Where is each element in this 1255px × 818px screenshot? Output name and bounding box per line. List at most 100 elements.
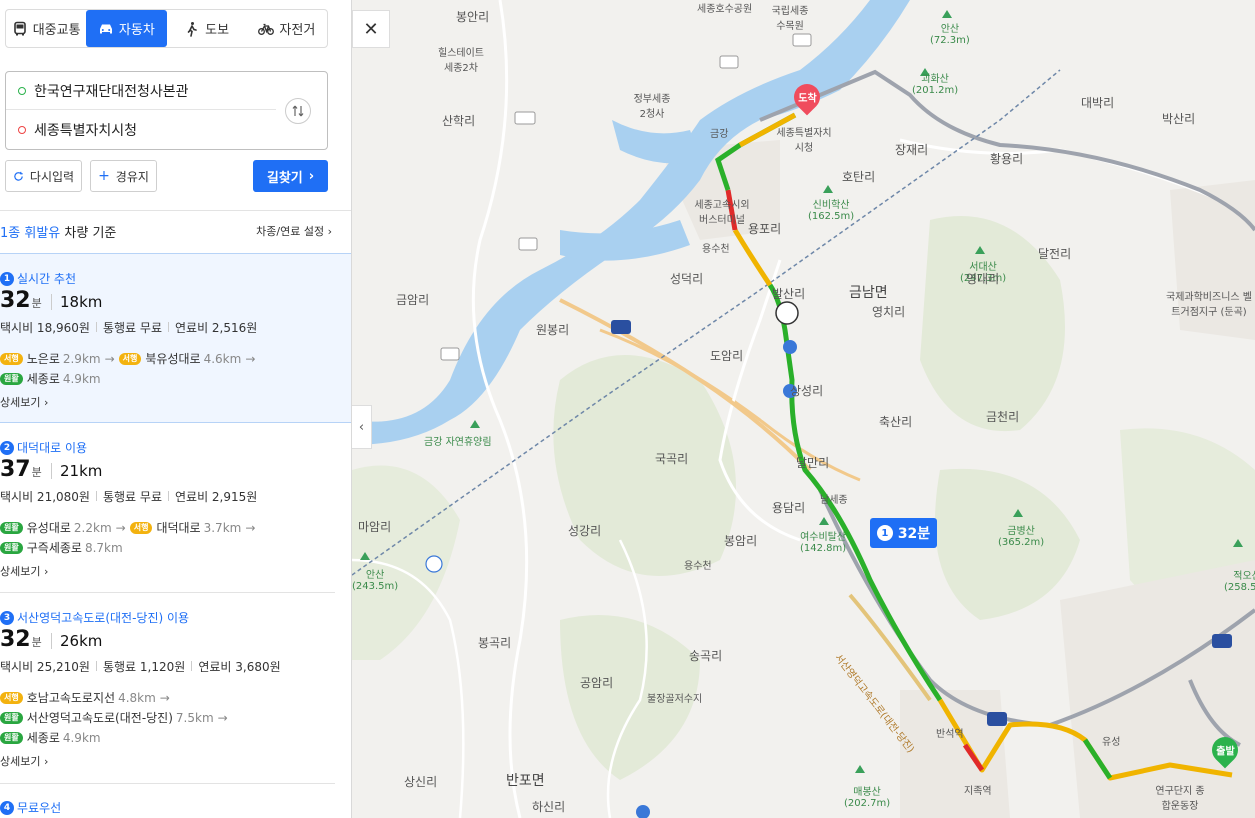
detail-label: 상세보기 (0, 755, 41, 768)
road-segments: 원활 서산영덕고속도로(대전-당진) 7.5km → (0, 709, 232, 726)
map-label: 금강 자연휴양림 (424, 437, 492, 448)
tab-public-transit[interactable]: 대중교통 (6, 10, 86, 47)
route-time-value: 37 (0, 457, 31, 482)
route-title: 1 실시간 추천 (0, 270, 76, 287)
car-icon (99, 24, 112, 33)
map-label: 남세종 (820, 495, 848, 506)
map-label: 매봉산 (202.7m) (844, 787, 891, 809)
map-label: 봉암리 (724, 534, 758, 548)
bicycle-icon (258, 23, 275, 35)
route-option-4[interactable]: 4 무료우선 (0, 783, 351, 818)
route-distance: 26km (51, 633, 102, 649)
road-name: 구즉세종로 (26, 541, 82, 555)
map-label: 유성 (1102, 737, 1121, 748)
map-label: 달전리 (1038, 247, 1072, 261)
taxi-fare: 택시비 21,080원 (0, 490, 90, 504)
traffic-badge: 서행 (118, 352, 142, 365)
road-km: 4.6km (203, 351, 242, 366)
map-label: 괴화산 (201.2m) (912, 74, 959, 96)
map-label: 성덕리 (670, 272, 704, 286)
road-name: 대덕대로 (156, 521, 201, 535)
reset-button[interactable]: 다시입력 (5, 160, 82, 192)
road-name: 서산영덕고속도로(대전-당진) (26, 711, 173, 725)
road-segments: 원활 유성대로 2.2km → 서행 대덕대로 3.7km → (0, 519, 259, 536)
map-label: 마암리 (358, 520, 392, 534)
destination-value: 세종특별자치시청 (34, 123, 138, 139)
chevron-right-icon: › (308, 168, 315, 184)
route-option-2[interactable]: 2 대덕대로 이용 37분 21km 택시비 21,080원 통행료 무료 연료비 2… (0, 423, 351, 593)
destination-dot-icon (18, 126, 26, 134)
map-label: 하신리 (532, 800, 566, 814)
arrow-right-icon: → (245, 351, 256, 366)
close-icon: ✕ (363, 18, 379, 40)
vehicle-settings-label: 차종/연료 설정 (256, 225, 325, 238)
map-label: 원봉리 (536, 323, 570, 337)
route-time-bubble[interactable]: 1 32분 (870, 518, 937, 548)
arrow-right-icon: → (159, 690, 170, 705)
map-label: 반석역 (936, 729, 964, 740)
map-label: 봉곡리 (478, 636, 512, 650)
map-label: 호탄리 (842, 170, 876, 184)
route-input-box: 한국연구재단대전청사본관 세종특별자치시청 (5, 71, 328, 150)
map-label: 발산리 (772, 287, 806, 301)
road-name: 호남고속도로지선 (26, 691, 116, 705)
map-label: 안산 (72.3m) (930, 24, 970, 46)
arrow-right-icon: → (104, 351, 115, 366)
map-label: 금강 (710, 129, 729, 140)
road-km: 3.7km (203, 520, 242, 535)
road-km: 2.9km (62, 351, 101, 366)
route-costs: 택시비 18,960원 통행료 무료 연료비 2,516원 (0, 319, 257, 336)
traffic-badge: 원활 (0, 541, 23, 554)
vehicle-settings-link[interactable]: 차종/연료 설정 › (256, 223, 332, 239)
route-option-1[interactable]: 1 실시간 추천 32분 18km 택시비 18,960원 통행료 무료 연료비 2,… (0, 253, 351, 423)
route-time-unit: 분 (31, 466, 42, 479)
tab-bicycle[interactable]: 자전거 (247, 10, 327, 47)
traffic-badge: 서행 (129, 521, 153, 534)
road-name: 유성대로 (26, 521, 71, 535)
start-field[interactable]: 한국연구재단대전청사본관 (6, 72, 276, 110)
route-distance: 21km (51, 463, 102, 479)
map-label: 국곡리 (655, 452, 689, 466)
road-segments: 원활 세종로 4.9km (0, 729, 101, 746)
route-time-value: 32 (0, 288, 31, 313)
route-title-text: 대덕대로 이용 (17, 441, 88, 455)
start-dot-icon (18, 86, 26, 95)
map-label: 금병산 (365.2m) (998, 526, 1045, 548)
map-label: 세종특별자치시청 (776, 128, 832, 154)
collapse-panel-button[interactable]: ‹ (352, 405, 372, 449)
route-distance: 18km (51, 294, 102, 310)
map-label: 국립세종수목원 (771, 6, 809, 32)
vehicle-info: 1종 휘발유 차량 기준 차종/연료 설정 › (0, 222, 340, 242)
road-km: 4.8km (118, 690, 156, 705)
route-title: 4 무료우선 (0, 799, 61, 816)
route-detail-link[interactable]: 상세보기 › (0, 753, 48, 769)
tab-car[interactable]: 자동차 (86, 10, 167, 47)
route-detail-link[interactable]: 상세보기 › (0, 563, 48, 579)
tab-label: 대중교통 (32, 23, 81, 38)
map-label: 성강리 (568, 524, 602, 538)
start-value: 한국연구재단대전청사본관 (34, 83, 189, 100)
map-label: 박산리 (1162, 112, 1196, 126)
route-option-3[interactable]: 3 서산영덕고속도로(대전-당진) 이용 32분 26km 택시비 25,210원… (0, 593, 351, 783)
road-name: 세종로 (26, 731, 60, 745)
tab-walk[interactable]: 도보 (167, 10, 247, 47)
map-label: 세종호수공원 (697, 4, 753, 15)
road-name: 북유성대로 (145, 352, 201, 366)
map-label: 상성리 (790, 384, 824, 398)
chevron-right-icon: › (327, 225, 332, 238)
map-label: 금남면 (849, 285, 888, 301)
arrow-right-icon: → (217, 710, 228, 725)
road-km: 2.2km (73, 520, 112, 535)
plus-icon: + (98, 168, 110, 184)
add-waypoint-button[interactable]: + 경유지 (90, 160, 157, 192)
map-view[interactable]: 봉안리 세종호수공원 국립세종수목원 안산 (72.3m) 힐스테이트 세종2차 … (352, 0, 1255, 818)
destination-field[interactable]: 세종특별자치시청 (6, 111, 276, 149)
search-route-button[interactable]: 길찾기 › (253, 160, 328, 192)
road-name: 노은로 (26, 352, 60, 366)
route-number: 2 (0, 440, 14, 455)
map-label: 국제과학비즈니스 벨트거점지구 (둔곡) (1166, 292, 1252, 318)
taxi-fare: 택시비 18,960원 (0, 321, 90, 335)
swap-button[interactable] (285, 98, 311, 124)
route-detail-link[interactable]: 상세보기 › (0, 394, 48, 410)
close-button[interactable]: ✕ (352, 10, 390, 48)
